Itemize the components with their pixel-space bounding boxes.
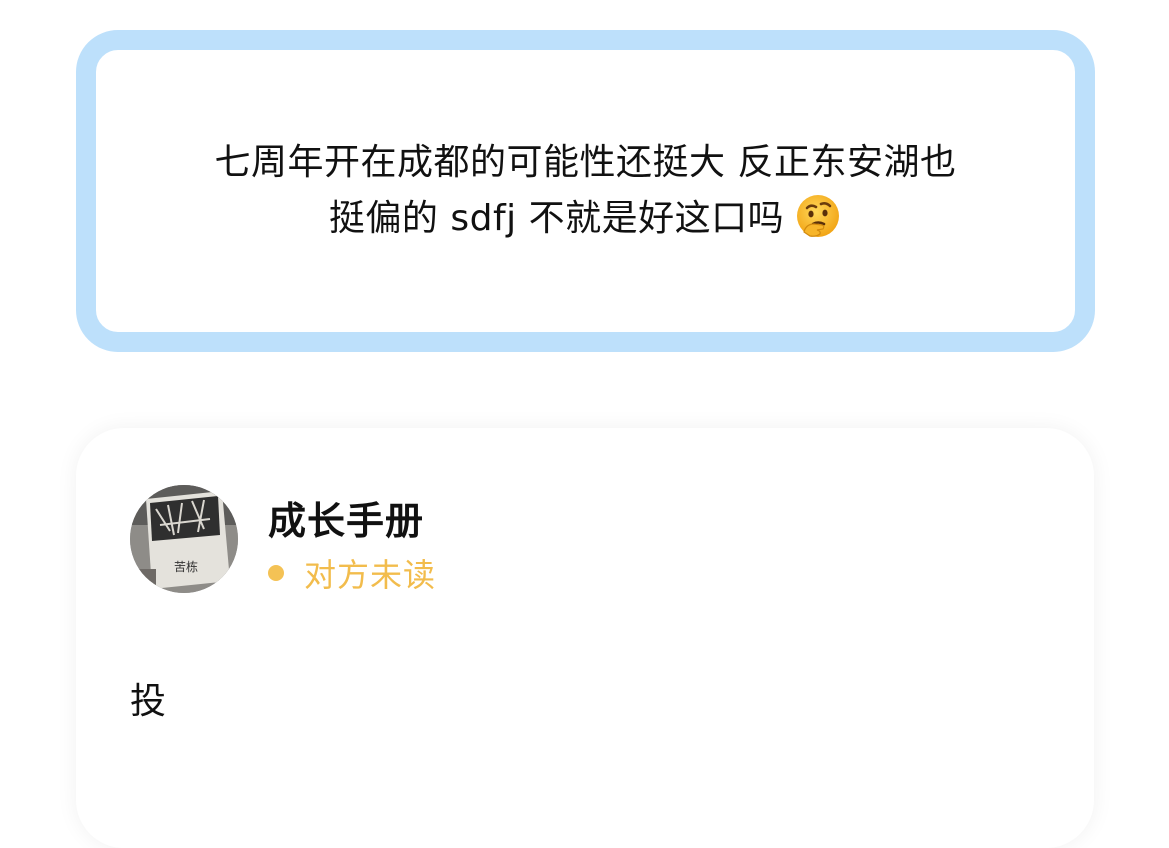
quoted-message-text: 七周年开在成都的可能性还挺大 反正东安湖也 挺偏的 sdfj 不就是好这口吗 — [136, 135, 1036, 247]
read-status: 对方未读 — [268, 550, 436, 596]
svg-text:苦栋: 苦栋 — [174, 559, 198, 574]
read-status-text: 对方未读 — [304, 556, 437, 594]
unread-dot-icon — [268, 565, 284, 581]
thinking-face-icon — [794, 192, 842, 240]
note-body-text: 投 — [130, 681, 167, 722]
sender-name: 成长手册 — [268, 499, 425, 543]
avatar[interactable]: 苦栋 — [130, 485, 238, 593]
quoted-message-card[interactable]: 七周年开在成都的可能性还挺大 反正东安湖也 挺偏的 sdfj 不就是好这口吗 — [76, 30, 1095, 352]
quoted-message-line-2: 挺偏的 sdfj 不就是好这口吗 — [328, 198, 785, 239]
note-card[interactable]: 苦栋 成长手册 对方未读 投 — [76, 428, 1094, 848]
quoted-message-line-1: 七周年开在成都的可能性还挺大 反正东安湖也 — [214, 142, 957, 183]
book-photo-avatar-icon: 苦栋 — [130, 485, 238, 593]
